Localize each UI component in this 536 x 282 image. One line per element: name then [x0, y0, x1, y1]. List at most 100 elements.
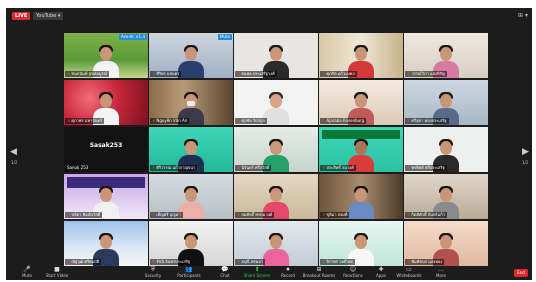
video-tile[interactable]: ✕Nguyễn Văn An	[149, 80, 233, 125]
participant-name-tag: ✕กิตติศักดิ์ จันทร์แก้ว	[405, 212, 447, 218]
whiteboards-button[interactable]: ▭ Whiteboards	[392, 266, 426, 280]
muted-mic-icon: ✕	[322, 259, 326, 264]
video-tile[interactable]: ✕อรุณี พรมมา	[234, 221, 318, 266]
participants-icon: 👥	[185, 266, 193, 273]
record-icon: ⏺	[286, 266, 290, 273]
participants-label: Participants	[177, 273, 201, 278]
video-tile[interactable]: ✕เพ็ญศรี บุญมา	[149, 174, 233, 219]
zoom-meeting-window: LIVE YouTube ▾ ⊞ ▾ ◀ 1/2 ▶ 1/2 Ace-Ar ×1…	[6, 8, 532, 280]
video-tile[interactable]: ✕ศิริวรรณ แก้วกาญจนา	[149, 127, 233, 172]
participant-video	[347, 185, 375, 219]
participant-name: ณัฐวุฒิ ศรีสมบัติ	[71, 259, 100, 264]
muted-mic-icon: ✕	[322, 212, 326, 217]
end-meeting-button[interactable]: End	[514, 269, 528, 277]
participant-name: นิรันดร์ ศรีสวัสดิ์	[241, 165, 270, 170]
next-page-arrow-icon[interactable]: ▶	[522, 146, 529, 158]
breakout-rooms-button[interactable]: ⊞ Breakout Rooms	[302, 266, 336, 280]
participant-name: Sanuk 253	[67, 165, 89, 170]
participant-name: ประสิทธิ์ สมวงศ์	[326, 165, 354, 170]
muted-mic-icon: ✕	[237, 259, 241, 264]
participant-name-tag: ✕ศรีสุดา ทองประเสริฐ	[405, 118, 449, 124]
more-button[interactable]: … More	[424, 266, 458, 280]
video-tile[interactable]: Ace-Ar ×1.4 ✕ชนกนันท์ สุขสมบูรณ์	[64, 33, 148, 78]
participant-name-tag: Sanuk 253	[65, 165, 90, 171]
participant-name-tag: ✕วรรณ์วิภา แสงหิรัญ	[405, 71, 448, 77]
participant-name: ชลิตา พิมพ์สวัสดิ์	[71, 212, 101, 217]
view-toggle-button[interactable]: ⊞ ▾	[518, 12, 528, 20]
video-tile[interactable]: ✕ศุภาพร มหาจันทร์	[64, 80, 148, 125]
video-tile[interactable]: ✕สมศักดิ์ พรหมวงศ์	[234, 174, 318, 219]
video-tile[interactable]: ✕ธนพล ประเสริฐวงศ์	[234, 33, 318, 78]
microphone-icon: 🎤	[23, 266, 31, 273]
video-tile[interactable]: ✕ณัฐวุฒิ ศรีสมบัติ	[64, 221, 148, 266]
participant-name-tag: ✕พิมพ์ชนก แสงทอง	[405, 259, 445, 265]
muted-mic-icon: ✕	[322, 165, 326, 170]
video-tile[interactable]: ✕ชุติมา ทองดี	[319, 174, 403, 219]
breakout-rooms-icon: ⊞	[316, 266, 322, 273]
video-tile[interactable]: ✕นิรันดร์ ศรีสวัสดิ์	[234, 127, 318, 172]
prev-page-arrow-icon[interactable]: ◀	[10, 146, 17, 158]
mute-button[interactable]: 🎤 Mute	[10, 266, 44, 280]
live-badge[interactable]: LIVE	[12, 12, 31, 20]
participant-name-tag: ✕ชนกนันท์ สุขสมบูรณ์	[65, 71, 110, 77]
muted-mic-icon: ✕	[152, 71, 156, 76]
more-label: More	[436, 273, 446, 278]
breakout-rooms-label: Breakout Rooms	[302, 273, 336, 278]
muted-mic-icon: ✕	[152, 212, 156, 217]
participant-name: รัชนี อินทรประเสริฐ	[156, 259, 191, 264]
participant-name: ธนพล ประเสริฐวงศ์	[241, 71, 275, 76]
chat-button[interactable]: 💬 Chat	[208, 266, 242, 280]
muted-mic-icon: ✕	[322, 118, 326, 123]
participant-name: Nguyễn Văn An	[156, 118, 188, 123]
participant-name-tag: ✕เพ็ญศรี บุญมา	[150, 212, 183, 218]
video-camera-icon: ■	[54, 266, 60, 273]
video-tile[interactable]: ✕พิมพ์ชนก แสงทอง	[404, 221, 488, 266]
video-tile[interactable]: ✕ศรีสุดา ทองประเสริฐ	[404, 80, 488, 125]
start-video-button[interactable]: ■ Start Video	[40, 266, 74, 280]
video-tile[interactable]: ✕ศุภชัย รักสกุล	[234, 80, 318, 125]
video-tile[interactable]: ✕Ajaraba Rosenburg	[319, 80, 403, 125]
shield-icon: ⛨	[150, 266, 156, 273]
security-button[interactable]: ⛨ Security	[136, 266, 170, 280]
video-tile[interactable]: ✕ชลิตา พิมพ์สวัสดิ์	[64, 174, 148, 219]
chat-bubble-icon: 💬	[221, 266, 229, 273]
share-screen-button[interactable]: ⬆ Share Screen	[240, 266, 274, 280]
participant-name: ชุติมา ทองดี	[326, 212, 348, 217]
participant-name: อรุณี พรมมา	[241, 259, 264, 264]
participant-name: ศุภกิต แก้วมงคล	[326, 71, 355, 76]
video-tile[interactable]: ✕ประสิทธิ์ สมวงศ์	[319, 127, 403, 172]
muted-mic-icon: ✕	[407, 212, 411, 217]
muted-mic-icon: ✕	[407, 118, 411, 123]
video-tile[interactable]: ✕พรทิพย์ ศรีประเสริฐ	[404, 127, 488, 172]
page-indicator-right: 1/2	[522, 160, 529, 165]
video-tile-camera-off[interactable]: Sasak253 Sanuk 253	[64, 127, 148, 172]
participant-name: ศรีสุดา ทองประเสริฐ	[411, 118, 447, 123]
youtube-stream-badge[interactable]: YouTube ▾	[33, 12, 64, 20]
participant-name-tag: ✕ศิริพร ผลนคร	[150, 71, 182, 77]
tile-status-tag: Mute	[217, 34, 232, 40]
participant-name-tag: ✕ณัฐวุฒิ ศรีสมบัติ	[65, 259, 102, 265]
participant-name-tag: ✕ศุภกิต แก้วมงคล	[320, 71, 357, 77]
start-video-label: Start Video	[45, 273, 69, 278]
video-tile[interactable]: ✕กิตติศักดิ์ จันทร์แก้ว	[404, 174, 488, 219]
meeting-controls-toolbar: 🎤 Mute ■ Start Video ⛨ Security 👥 Partic…	[6, 266, 532, 280]
participant-name: เพ็ญศรี บุญมา	[156, 212, 181, 217]
participant-name-tag: ✕อรุณี พรมมา	[235, 259, 266, 265]
video-tile[interactable]: Mute ✕ศิริพร ผลนคร	[149, 33, 233, 78]
muted-mic-icon: ✕	[67, 71, 71, 76]
record-button[interactable]: ⏺ Record	[271, 266, 305, 280]
participant-name-tag: ✕ศุภาพร มหาจันทร์	[65, 118, 105, 124]
participants-button[interactable]: 👥 Participants	[172, 266, 206, 280]
video-tile[interactable]: ✕รัชนี อินทรประเสริฐ	[149, 221, 233, 266]
muted-mic-icon: ✕	[322, 71, 326, 76]
video-tile[interactable]: ✕จิราพร วงศ์ไทย	[319, 221, 403, 266]
participant-name-tag: ✕พรทิพย์ ศรีประเสริฐ	[405, 165, 447, 171]
participant-name-tag: ✕รัชนี อินทรประเสริฐ	[150, 259, 193, 265]
video-tile[interactable]: ✕ศุภกิต แก้วมงคล	[319, 33, 403, 78]
meeting-top-bar: LIVE YouTube ▾ ⊞ ▾	[6, 8, 532, 22]
participant-name-tag: ✕ชุติมา ทองดี	[320, 212, 350, 218]
participant-name-tag: ✕นิรันดร์ ศรีสวัสดิ์	[235, 165, 272, 171]
video-tile[interactable]: ✕วรรณ์วิภา แสงหิรัญ	[404, 33, 488, 78]
participant-name: Ajaraba Rosenburg	[326, 118, 365, 123]
participant-name-tag: ✕ชลิตา พิมพ์สวัสดิ์	[65, 212, 103, 218]
